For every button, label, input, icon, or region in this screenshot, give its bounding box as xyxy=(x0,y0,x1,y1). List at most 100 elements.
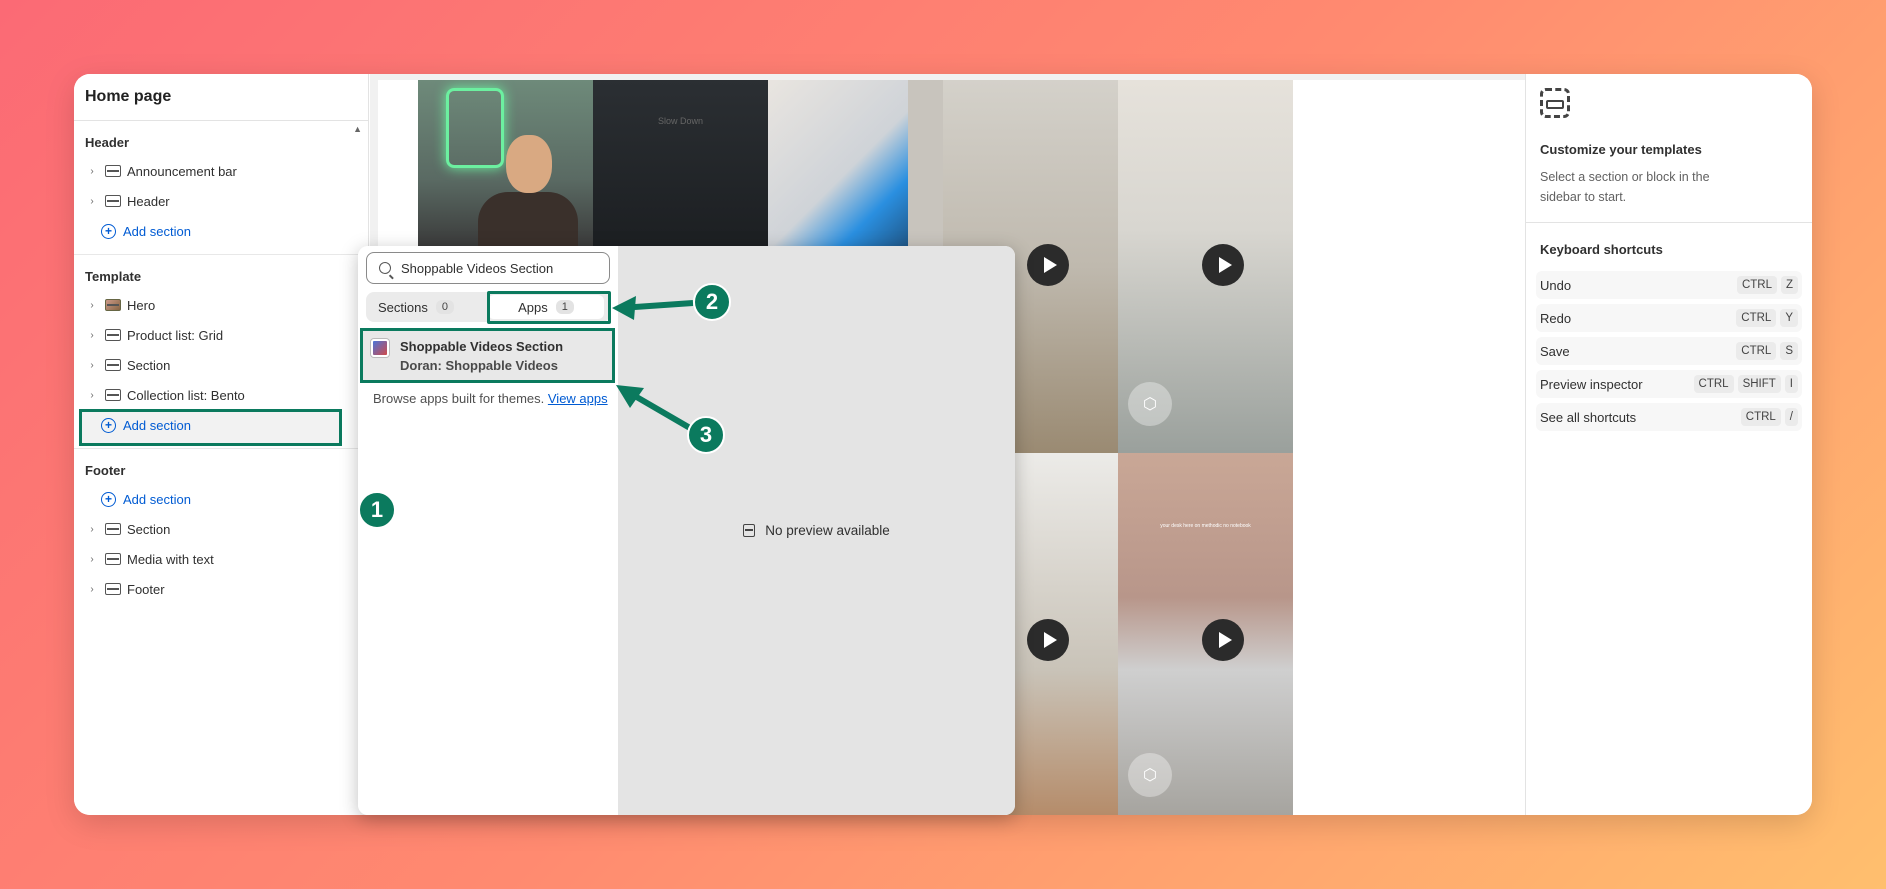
sidebar-item-label: Collection list: Bento xyxy=(127,387,245,403)
play-icon[interactable] xyxy=(1202,619,1244,661)
play-icon[interactable] xyxy=(1027,619,1069,661)
key-cap: CTRL xyxy=(1693,375,1734,393)
add-section-label: Add section xyxy=(123,223,191,239)
video-tile[interactable]: Slow Down xyxy=(593,80,768,246)
sidebar-item-announcement-bar[interactable]: › Announcement bar xyxy=(74,156,368,186)
product-cube-icon[interactable]: ⬡ xyxy=(1128,753,1172,797)
sidebar-item-footer-section[interactable]: › Section xyxy=(74,514,368,544)
key-cap: Y xyxy=(1780,309,1798,327)
section-icon xyxy=(105,329,121,341)
section-icon xyxy=(743,524,756,537)
shortcut-label: See all shortcuts xyxy=(1540,409,1637,425)
search-icon xyxy=(379,262,391,274)
search-input-value: Shoppable Videos Section xyxy=(401,260,554,276)
section-icon xyxy=(105,583,121,595)
plus-circle-icon: + xyxy=(101,223,116,239)
video-tile[interactable]: ⬡ xyxy=(1118,80,1293,453)
shortcuts-title: Keyboard shortcuts xyxy=(1540,242,1663,257)
image-thumbnail-icon xyxy=(105,299,121,311)
chevron-right-icon[interactable]: › xyxy=(85,584,99,595)
sidebar-item-footer[interactable]: › Footer xyxy=(74,574,368,604)
page-title: Home page xyxy=(74,74,368,121)
panel-title: Customize your templates xyxy=(1540,142,1702,157)
template-icon xyxy=(1540,88,1570,118)
play-icon[interactable] xyxy=(1027,244,1069,286)
callout-2: 2 xyxy=(693,283,731,321)
tab-label: Sections xyxy=(378,299,428,315)
plus-circle-icon: + xyxy=(101,417,116,433)
add-section-label: Add section xyxy=(123,491,191,507)
sidebar-item-label: Media with text xyxy=(127,551,214,567)
chevron-right-icon[interactable]: › xyxy=(85,360,99,371)
browse-text: Browse apps built for themes. xyxy=(373,391,545,406)
sidebar-item-section[interactable]: › Section xyxy=(74,350,368,380)
neon-logo-image xyxy=(446,88,504,168)
sidebar-item-collection-list[interactable]: › Collection list: Bento xyxy=(74,380,368,410)
chevron-right-icon[interactable]: › xyxy=(85,554,99,565)
chevron-right-icon[interactable]: › xyxy=(85,300,99,311)
key-cap: Z xyxy=(1780,276,1798,294)
chevron-right-icon[interactable]: › xyxy=(85,390,99,401)
tile-caption: your desk here on methodic no notebook xyxy=(1160,523,1251,529)
search-input[interactable]: Shoppable Videos Section xyxy=(366,252,610,284)
shortcut-label: Undo xyxy=(1540,277,1572,293)
sidebar-item-label: Section xyxy=(127,521,171,537)
chevron-right-icon[interactable]: › xyxy=(85,166,99,177)
sidebar-item-media-with-text[interactable]: › Media with text xyxy=(74,544,368,574)
section-icon xyxy=(105,359,121,371)
group-title: Template xyxy=(85,269,142,284)
callout-1: 1 xyxy=(358,491,396,529)
group-title: Header xyxy=(85,135,130,150)
chevron-right-icon[interactable]: › xyxy=(85,196,99,207)
person-image xyxy=(506,135,552,193)
sidebar-item-product-list[interactable]: › Product list: Grid xyxy=(74,320,368,350)
product-cube-icon[interactable]: ⬡ xyxy=(1128,382,1172,426)
video-tile[interactable]: your desk here on methodic no notebook ⬡ xyxy=(1118,453,1293,815)
sidebar-item-hero[interactable]: › Hero xyxy=(74,290,368,320)
person-image xyxy=(478,192,578,246)
key-cap: CTRL xyxy=(1740,408,1781,426)
scroll-up-icon[interactable]: ▲ xyxy=(353,124,362,134)
count-badge: 0 xyxy=(435,300,454,314)
view-apps-link[interactable]: View apps xyxy=(548,391,608,406)
add-section-popover: Shoppable Videos Section Sections 0 Apps… xyxy=(358,246,1015,815)
section-icon xyxy=(105,523,121,535)
sidebar-item-label: Footer xyxy=(127,581,165,597)
tab-sections[interactable]: Sections 0 xyxy=(378,295,454,319)
sidebar-item-label: Hero xyxy=(127,297,156,313)
add-section-button-template[interactable]: + Add section xyxy=(74,410,368,440)
shortcut-row-see-all[interactable]: See all shortcuts CTRL / xyxy=(1536,403,1802,431)
group-footer: Footer + Add section › Section › Media w… xyxy=(74,449,368,612)
section-icon xyxy=(105,165,121,177)
group-title: Footer xyxy=(85,463,126,478)
sidebar-item-header[interactable]: › Header xyxy=(74,186,368,216)
key-cap: CTRL xyxy=(1736,276,1777,294)
divider xyxy=(1526,222,1812,223)
shortcut-label: Preview inspector xyxy=(1540,376,1643,392)
key-cap: / xyxy=(1784,408,1798,426)
add-section-button-header[interactable]: + Add section xyxy=(74,216,368,246)
chevron-right-icon[interactable]: › xyxy=(85,330,99,341)
section-icon xyxy=(105,389,121,401)
preview-pane: No preview available xyxy=(618,246,1015,815)
key-cap: SHIFT xyxy=(1737,375,1781,393)
shortcut-keys: CTRL Y xyxy=(1736,309,1798,327)
result-item-shoppable-videos[interactable]: Shoppable Videos Section Doran: Shoppabl… xyxy=(360,328,615,383)
sidebar-item-label: Header xyxy=(127,193,170,209)
result-title: Shoppable Videos Section xyxy=(400,339,564,354)
right-panel: Customize your templates Select a sectio… xyxy=(1525,74,1812,815)
chevron-right-icon[interactable]: › xyxy=(85,524,99,535)
group-header: Header › Announcement bar › Header + Add… xyxy=(74,121,368,255)
play-icon[interactable] xyxy=(1202,244,1244,286)
sidebar-item-label: Announcement bar xyxy=(127,163,237,179)
popover-list-pane: Shoppable Videos Section Sections 0 Apps… xyxy=(358,246,618,815)
key-cap: CTRL xyxy=(1736,342,1777,360)
key-cap: I xyxy=(1784,375,1798,393)
section-icon xyxy=(105,195,121,207)
video-tile[interactable] xyxy=(418,80,593,246)
add-section-button-footer[interactable]: + Add section xyxy=(74,484,368,514)
key-cap: CTRL xyxy=(1736,309,1777,327)
tile-caption: Slow Down xyxy=(657,116,704,126)
shortcut-label: Redo xyxy=(1540,310,1572,326)
apps-tab-highlight xyxy=(487,291,611,324)
